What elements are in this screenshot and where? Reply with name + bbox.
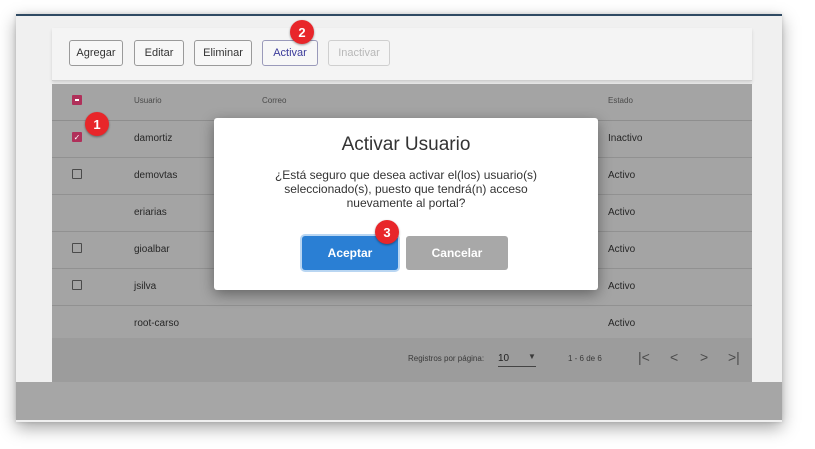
header-usuario: Usuario: [134, 96, 162, 105]
page-range: 1 - 6 de 6: [568, 354, 602, 363]
first-page-icon[interactable]: |<: [638, 349, 650, 365]
row-checkbox[interactable]: [72, 169, 82, 179]
chevron-down-icon[interactable]: ▼: [528, 352, 536, 361]
step-badge-2: 2: [290, 20, 314, 44]
row-checkbox[interactable]: [72, 280, 82, 290]
table-row[interactable]: root-carso Activo: [52, 306, 752, 338]
prev-page-icon[interactable]: <: [670, 349, 678, 365]
pagination: Registros por página: 10 ▼ 1 - 6 de 6 |<…: [52, 338, 752, 382]
row-usuario: gioalbar: [134, 244, 170, 255]
cancelar-button[interactable]: Cancelar: [406, 236, 508, 270]
next-page-icon[interactable]: >: [700, 349, 708, 365]
footer-area: [16, 382, 782, 420]
rows-per-page-label: Registros por página:: [408, 354, 485, 363]
row-estado: Inactivo: [608, 133, 643, 144]
activar-usuario-dialog: Activar Usuario ¿Está seguro que desea a…: [214, 118, 598, 290]
eliminar-button[interactable]: Eliminar: [194, 40, 252, 66]
row-usuario: root-carso: [134, 318, 180, 329]
row-estado: Activo: [608, 170, 636, 181]
toolbar: Agregar Editar Eliminar Activar Inactiva…: [52, 28, 752, 81]
row-checkbox[interactable]: [72, 243, 82, 253]
row-estado: Activo: [608, 207, 636, 218]
rows-per-page-value: 10: [498, 353, 510, 364]
dialog-title: Activar Usuario: [341, 134, 471, 155]
dialog-message: ¿Está seguro que desea activar el(los) u…: [274, 168, 538, 210]
editar-button[interactable]: Editar: [134, 40, 184, 66]
last-page-icon[interactable]: >|: [728, 349, 740, 365]
inactivar-button[interactable]: Inactivar: [328, 40, 390, 66]
row-estado: Activo: [608, 281, 636, 292]
row-usuario: jsilva: [134, 281, 157, 292]
header-estado: Estado: [608, 96, 633, 105]
activar-button[interactable]: Activar: [262, 40, 318, 66]
row-checkbox[interactable]: ✓: [72, 132, 82, 142]
agregar-button[interactable]: Agregar: [69, 40, 123, 66]
header-correo: Correo: [262, 96, 287, 105]
row-usuario: demovtas: [134, 170, 178, 181]
row-usuario: eriarias: [134, 207, 167, 218]
row-estado: Activo: [608, 318, 636, 329]
row-estado: Activo: [608, 244, 636, 255]
select-all-checkbox[interactable]: [72, 95, 82, 105]
step-badge-3: 3: [375, 220, 399, 244]
table-header: Usuario Correo Estado: [52, 84, 752, 121]
row-usuario: damortiz: [134, 133, 173, 144]
step-badge-1: 1: [85, 112, 109, 136]
